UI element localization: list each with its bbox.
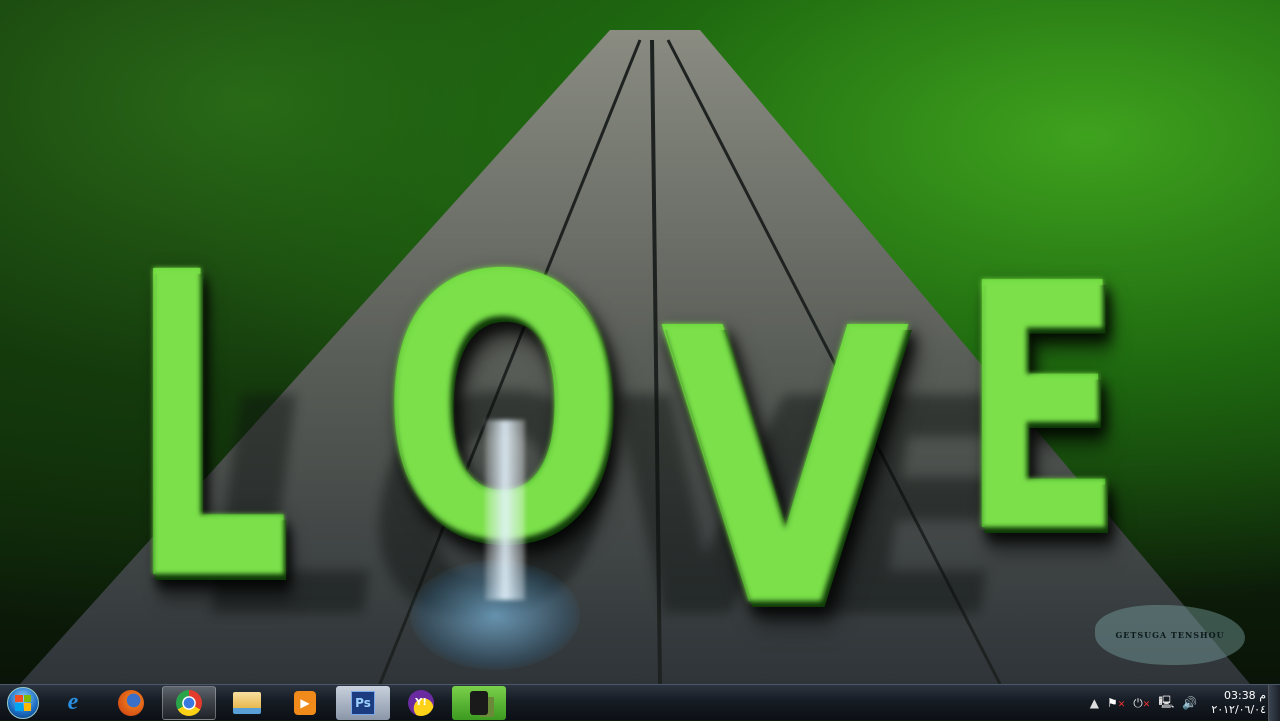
yahoo-messenger-icon: Y! <box>408 689 434 716</box>
desktop[interactable]: LOVE L O V E GETSUGA TENSHOU <box>0 0 1280 684</box>
ie-icon: e <box>67 689 79 715</box>
wallpaper-letter-v: V <box>660 248 910 684</box>
chrome-icon <box>176 689 202 716</box>
photoshop-icon: Ps <box>351 690 375 715</box>
power-plug-icon[interactable]: ⏻✕ <box>1133 696 1150 711</box>
taskbar-media-player[interactable]: ▶ <box>278 686 332 720</box>
media-player-icon: ▶ <box>294 690 316 715</box>
show-hidden-icons-button[interactable]: ▲ <box>1090 696 1099 710</box>
start-button[interactable] <box>0 685 46 721</box>
taskbar-firefox[interactable] <box>104 686 158 720</box>
volume-icon[interactable]: 🔊 <box>1182 696 1197 710</box>
taskbar-chrome[interactable] <box>162 685 216 720</box>
wallpaper-letter-l: L <box>130 185 291 674</box>
firefox-icon <box>118 689 144 716</box>
wallpaper-letter-e: E <box>960 212 1123 608</box>
camcorder-icon <box>470 690 488 715</box>
taskbar-yahoo-messenger[interactable]: Y! <box>394 686 448 720</box>
action-center-flag-icon[interactable]: ⚑✕ <box>1107 696 1125 710</box>
waterfall <box>485 420 525 600</box>
taskbar: e ▶ Ps Y! ▲ ⚑✕ ⏻✕ 🖳 🔊 03:38 م ٢٠١٢/٠٦/٠٤ <box>0 684 1280 721</box>
network-icon[interactable]: 🖳 <box>1158 693 1174 714</box>
system-tray: ▲ ⚑✕ ⏻✕ 🖳 🔊 03:38 م ٢٠١٢/٠٦/٠٤ <box>1090 685 1266 721</box>
clock-time: 03:38 م <box>1223 689 1266 702</box>
taskbar-internet-explorer[interactable]: e <box>46 686 100 720</box>
show-desktop-button[interactable] <box>1268 685 1280 721</box>
folder-icon <box>233 691 261 714</box>
clock[interactable]: 03:38 م ٢٠١٢/٠٦/٠٤ <box>1211 689 1266 717</box>
clock-date: ٢٠١٢/٠٦/٠٤ <box>1211 703 1266 716</box>
windows-logo-icon <box>7 686 39 719</box>
taskbar-windows-explorer[interactable] <box>220 686 274 720</box>
watermark-text: GETSUGA TENSHOU <box>1115 630 1225 640</box>
taskbar-video-camera-app[interactable] <box>452 685 506 720</box>
taskbar-photoshop[interactable]: Ps <box>336 685 390 720</box>
